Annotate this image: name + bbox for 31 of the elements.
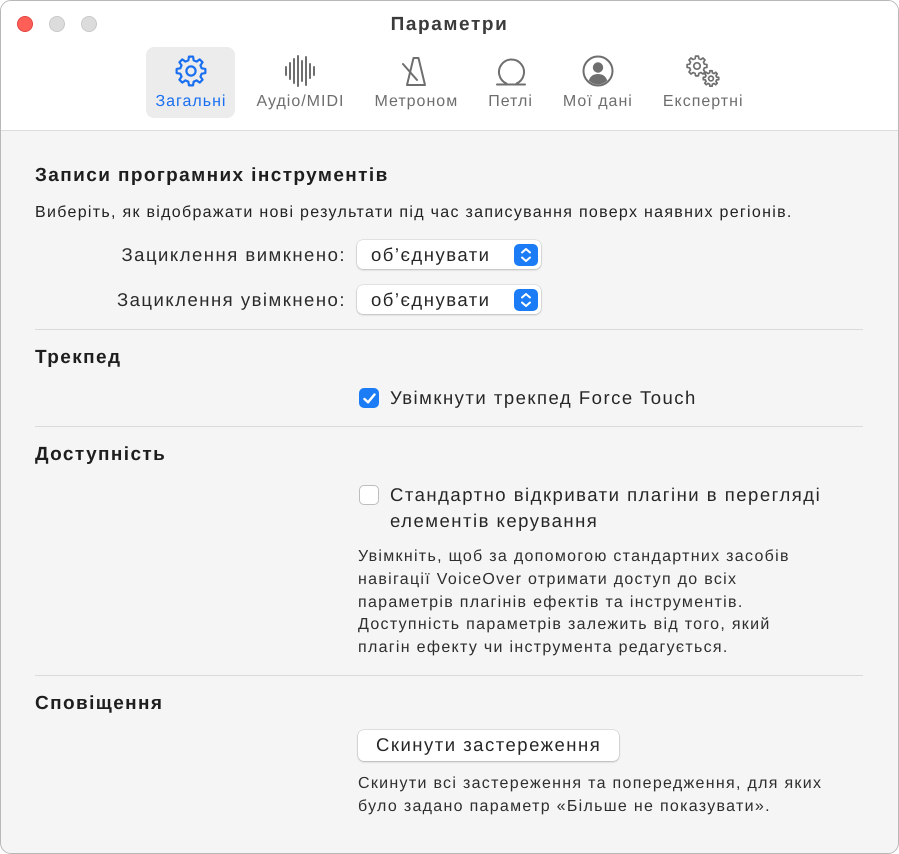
reset-button[interactable]: Скинути застереження — [358, 730, 620, 761]
waveform-icon — [284, 55, 316, 87]
section-heading: Сповіщення — [35, 692, 164, 716]
toolbar-tab[interactable]: Експертні — [654, 47, 753, 118]
section-heading: Записи програмних інструментів — [35, 164, 390, 188]
section-heading: Доступність — [35, 443, 168, 467]
toolbar-tab[interactable]: Загальні — [146, 47, 236, 118]
person-icon — [582, 55, 614, 87]
gears-icon — [686, 55, 720, 87]
window-title: Параметри — [390, 14, 508, 36]
checkmark-icon — [362, 392, 376, 404]
close-button[interactable] — [17, 16, 33, 32]
popup-button[interactable]: об’єднувати — [357, 285, 541, 314]
toolbar-tab[interactable]: Мої дані — [554, 47, 642, 118]
popup-label: Зациклення увімкнено: — [116, 288, 346, 310]
checkbox-label: Стандартно відкривати плагіни в перегляді елементів керування — [390, 483, 822, 533]
toolbar-tab[interactable]: Метроном — [365, 47, 468, 118]
settings-icon — [174, 55, 207, 87]
note-text: Скинути всі застереження та попередження, для яких було задано параметр «Більше не показувати». — [358, 774, 824, 817]
popup-label: Зациклення вимкнено: — [120, 244, 346, 266]
popup-button[interactable]: об’єднувати — [357, 240, 541, 269]
description-text: Виберіть, як відображати нові результати під час записування поверх наявних регіонів. — [35, 203, 794, 223]
stepper-icon — [514, 288, 538, 310]
toolbar-tab[interactable]: Петлі — [479, 47, 542, 118]
toolbar-tab[interactable]: Аудіо/MIDI — [247, 47, 354, 118]
stepper-icon — [514, 244, 538, 266]
section-heading: Трекпед — [35, 346, 122, 370]
checkbox-label: Увімкнути трекпед Force Touch — [390, 386, 698, 410]
checkbox[interactable] — [359, 485, 379, 505]
checkbox[interactable] — [359, 388, 379, 408]
note-text: Увімкніть, щоб за допомогою стандартних засобів навігації VoiceOver отримати доступ до всіх параметрів плагінів ефектів та інструментів. Доступність параметрів залежить від того, який плагін ефекту чи інструмента редагується. — [358, 547, 791, 658]
